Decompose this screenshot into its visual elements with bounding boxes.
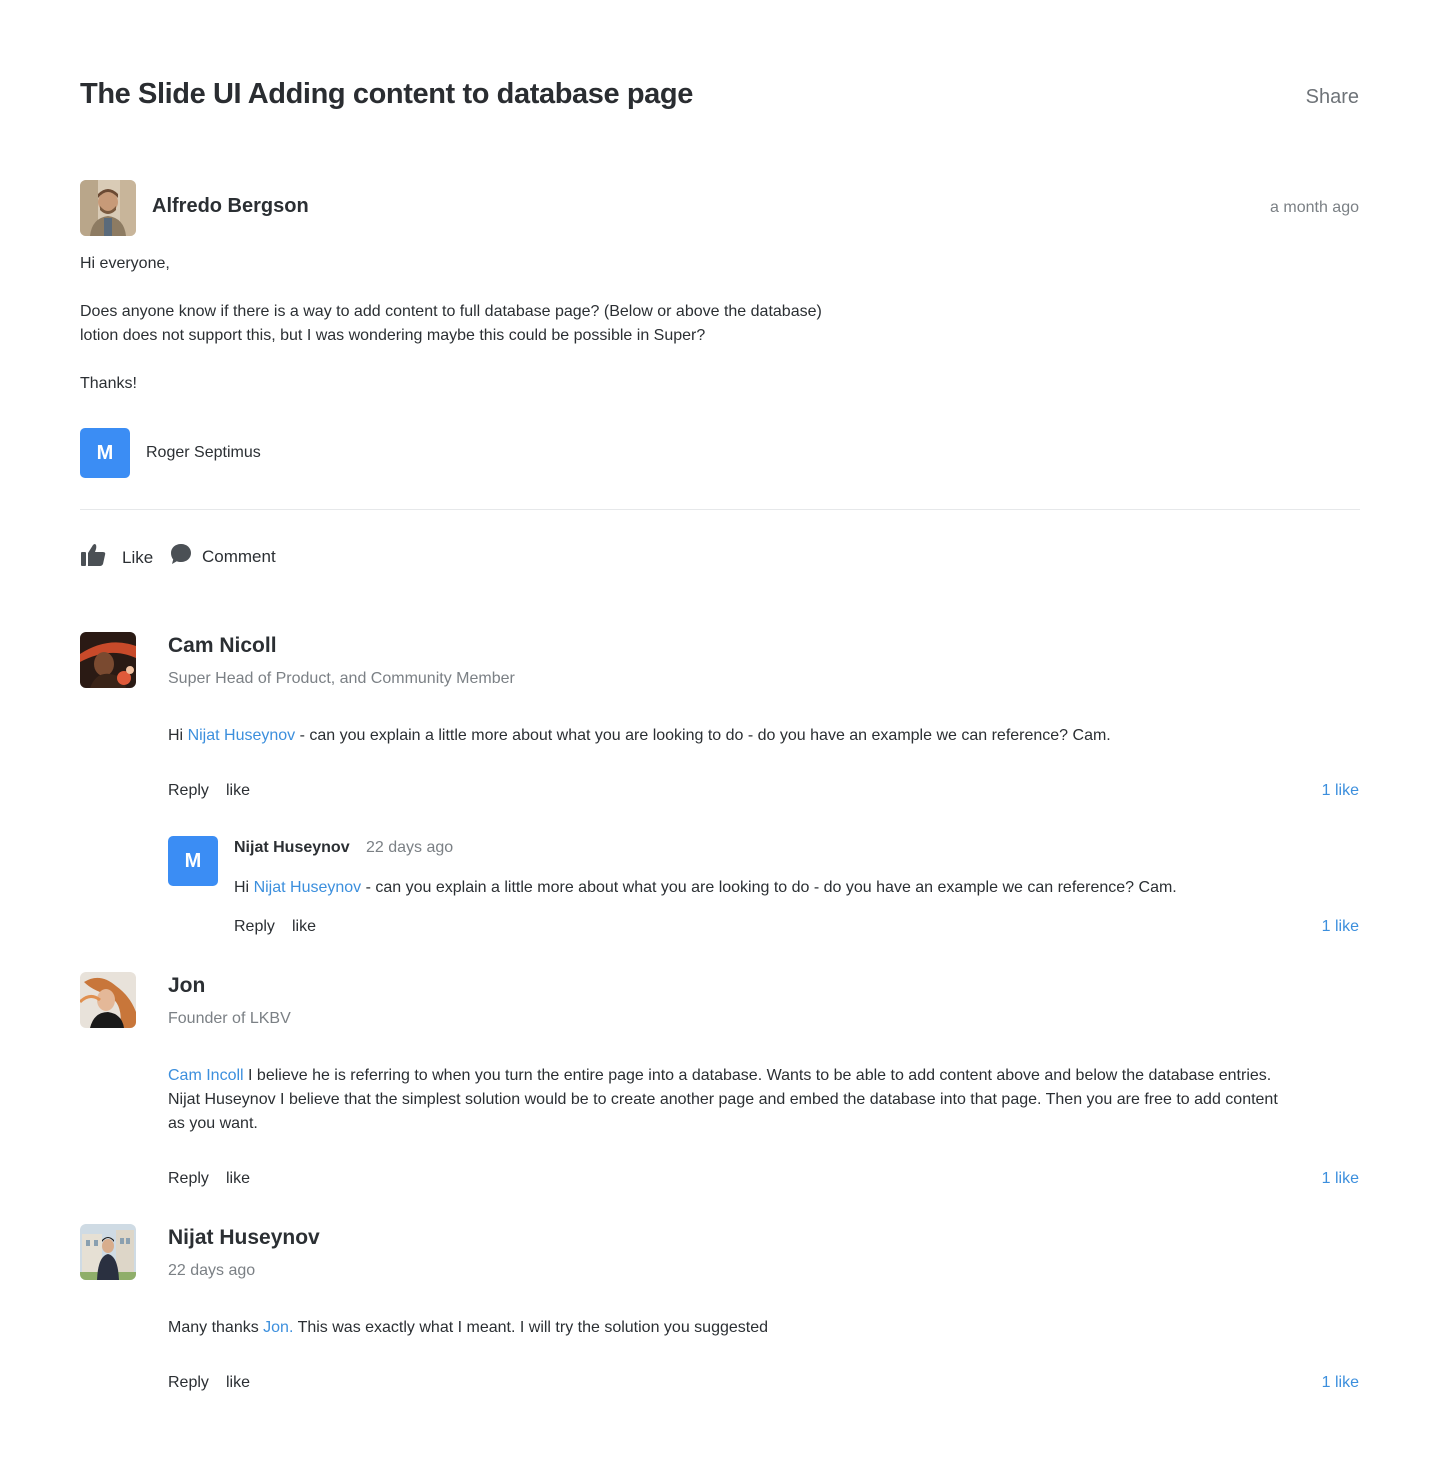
like-count[interactable]: 1 like [1322, 1374, 1359, 1392]
post-timestamp: a month ago [1270, 199, 1359, 216]
mention-link[interactable]: Nijat Huseynov [254, 879, 362, 896]
like-button[interactable]: Like [80, 543, 153, 572]
comment-text: Many thanks Jon. This was exactly what I… [168, 1319, 768, 1336]
reply-avatar[interactable]: M [168, 836, 218, 886]
post-greeting: Hi everyone, [80, 255, 170, 272]
reply-button[interactable]: Reply [234, 918, 275, 936]
comment-text-line: as you want. [168, 1115, 258, 1132]
page-title: The Slide UI Adding content to database … [80, 78, 693, 110]
like-count[interactable]: 1 like [1322, 782, 1359, 800]
commenter-name[interactable]: Nijat Huseynov [168, 1226, 320, 1250]
mention-link[interactable]: Jon. [263, 1319, 293, 1336]
divider [80, 509, 1360, 510]
like-count[interactable]: 1 like [1322, 1170, 1359, 1188]
commenter-avatar[interactable] [80, 972, 136, 1028]
comment-text: Hi Nijat Huseynov - can you explain a li… [168, 727, 1111, 744]
comment-timestamp: 22 days ago [168, 1262, 256, 1279]
commenter-name[interactable]: Cam Nicoll [168, 634, 277, 658]
commenter-avatar[interactable] [80, 1224, 136, 1280]
reply-button[interactable]: Reply [168, 1170, 209, 1188]
comment-like-button[interactable]: like [226, 1170, 250, 1188]
reply-text: Hi Nijat Huseynov - can you explain a li… [234, 879, 1177, 896]
comment-label: Comment [202, 546, 276, 566]
author-avatar[interactable] [80, 180, 136, 236]
reply-button[interactable]: Reply [168, 782, 209, 800]
commenter-avatar[interactable] [80, 632, 136, 688]
post-author-name[interactable]: Alfredo Bergson [152, 195, 309, 218]
comment-like-button[interactable]: like [226, 782, 250, 800]
reply-button[interactable]: Reply [168, 1374, 209, 1392]
mention-link[interactable]: Cam Incoll [168, 1067, 244, 1084]
comment-text-line: Nijat Huseynov I believe that the simple… [168, 1091, 1278, 1108]
post-body-line: lotion does not support this, but I was … [80, 327, 706, 344]
post-body-line: Does anyone know if there is a way to ad… [80, 303, 822, 320]
reply-timestamp: 22 days ago [366, 839, 454, 856]
thumbs-up-icon [80, 543, 106, 572]
comment-like-button[interactable]: like [226, 1374, 250, 1392]
comment-button[interactable]: Comment [170, 543, 276, 570]
comment-text-line: Cam Incoll I believe he is referring to … [168, 1067, 1272, 1084]
reply-like-button[interactable]: like [292, 918, 316, 936]
mention-link[interactable]: Nijat Huseynov [188, 727, 296, 744]
commenter-title: Super Head of Product, and Community Mem… [168, 670, 515, 687]
speech-bubble-icon [170, 543, 192, 570]
share-button[interactable]: Share [1306, 86, 1359, 109]
reply-author-name[interactable]: Nijat Huseynov [234, 839, 350, 857]
post-closing: Thanks! [80, 375, 137, 392]
like-label: Like [122, 547, 154, 567]
mention-avatar[interactable]: M [80, 428, 130, 478]
like-count[interactable]: 1 like [1322, 918, 1359, 936]
mention-user-name[interactable]: Roger Septimus [146, 444, 261, 462]
commenter-name[interactable]: Jon [168, 974, 205, 998]
commenter-title: Founder of LKBV [168, 1010, 291, 1027]
